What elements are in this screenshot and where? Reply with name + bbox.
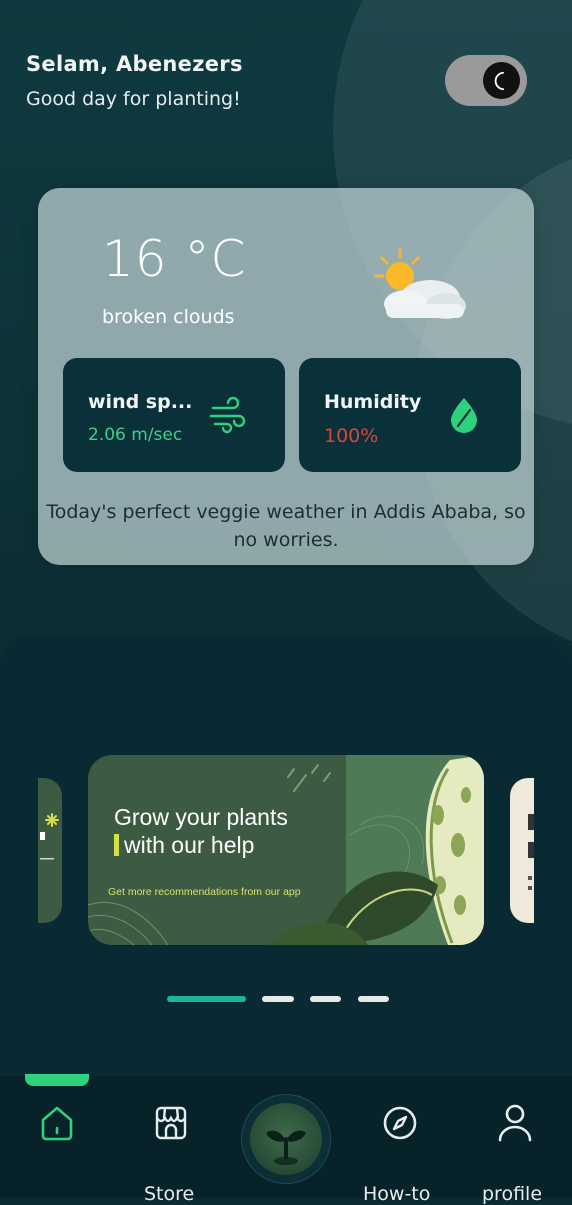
nav-how-to[interactable]: How-to xyxy=(363,1104,430,1205)
humidity-label: Humidity xyxy=(324,391,422,413)
wind-speed-card: wind sp... 2.06 m/sec xyxy=(63,358,285,472)
humidity-value: 100% xyxy=(324,425,379,447)
theme-toggle[interactable] xyxy=(445,55,527,106)
banner-decoration xyxy=(528,814,534,890)
nav-home[interactable] xyxy=(38,1104,76,1146)
carousel-slide-prev[interactable] xyxy=(38,778,62,923)
nav-active-indicator xyxy=(25,1074,89,1086)
weather-condition: broken clouds xyxy=(102,306,235,328)
nav-label-profile: profile xyxy=(482,1183,543,1205)
user-icon xyxy=(498,1104,532,1142)
moon-icon xyxy=(494,71,504,90)
pagination-dot[interactable] xyxy=(262,996,294,1002)
weather-card: 16 °C broken clouds wind sp... 2.06 m/se… xyxy=(38,188,534,565)
compass-icon xyxy=(383,1106,417,1140)
wind-icon xyxy=(209,396,246,434)
nav-label-how-to: How-to xyxy=(363,1183,431,1205)
weather-message: Today's perfect veggie weather in Addis … xyxy=(46,501,526,551)
nav-profile[interactable]: profile xyxy=(482,1102,542,1205)
banner-accent-bar xyxy=(114,834,119,856)
bottom-navigation: Store How-to profile xyxy=(0,1076,572,1205)
temperature: 16 °C xyxy=(102,230,247,288)
banner-subtitle: Get more recommendations from our app xyxy=(108,886,301,898)
nav-store[interactable]: Store xyxy=(144,1104,194,1205)
pagination-dot[interactable] xyxy=(358,996,389,1002)
greeting-subtitle: Good day for planting! xyxy=(26,88,241,110)
banner-title: Grow your plants with our help xyxy=(114,803,288,859)
carousel-banner[interactable]: Grow your plants with our help Get more … xyxy=(88,755,484,945)
wind-label: wind sp... xyxy=(88,391,193,413)
home-icon xyxy=(41,1106,73,1141)
pagination-dot-active[interactable] xyxy=(167,996,246,1002)
carousel-slide-next[interactable] xyxy=(510,778,534,923)
toggle-knob[interactable] xyxy=(483,62,520,99)
droplet-icon xyxy=(451,398,477,433)
banner-title-line2: with our help xyxy=(124,832,255,858)
plant-scan-button[interactable] xyxy=(241,1094,331,1184)
banner-decoration xyxy=(40,813,59,860)
pagination-dot[interactable] xyxy=(310,996,341,1002)
sun-cloud-icon xyxy=(374,248,466,319)
wind-value: 2.06 m/sec xyxy=(88,425,183,445)
banner-title-line2-wrap: with our help xyxy=(114,831,288,859)
plant-scan-inner xyxy=(250,1103,322,1175)
store-icon xyxy=(155,1106,187,1140)
nav-label-store: Store xyxy=(144,1183,195,1205)
greeting-title: Selam, Abenezers xyxy=(26,52,243,76)
humidity-card: Humidity 100% xyxy=(299,358,521,472)
banner-title-line1: Grow your plants xyxy=(114,804,288,830)
plant-scan-icon xyxy=(266,1130,306,1165)
carousel-pagination xyxy=(0,996,572,1004)
